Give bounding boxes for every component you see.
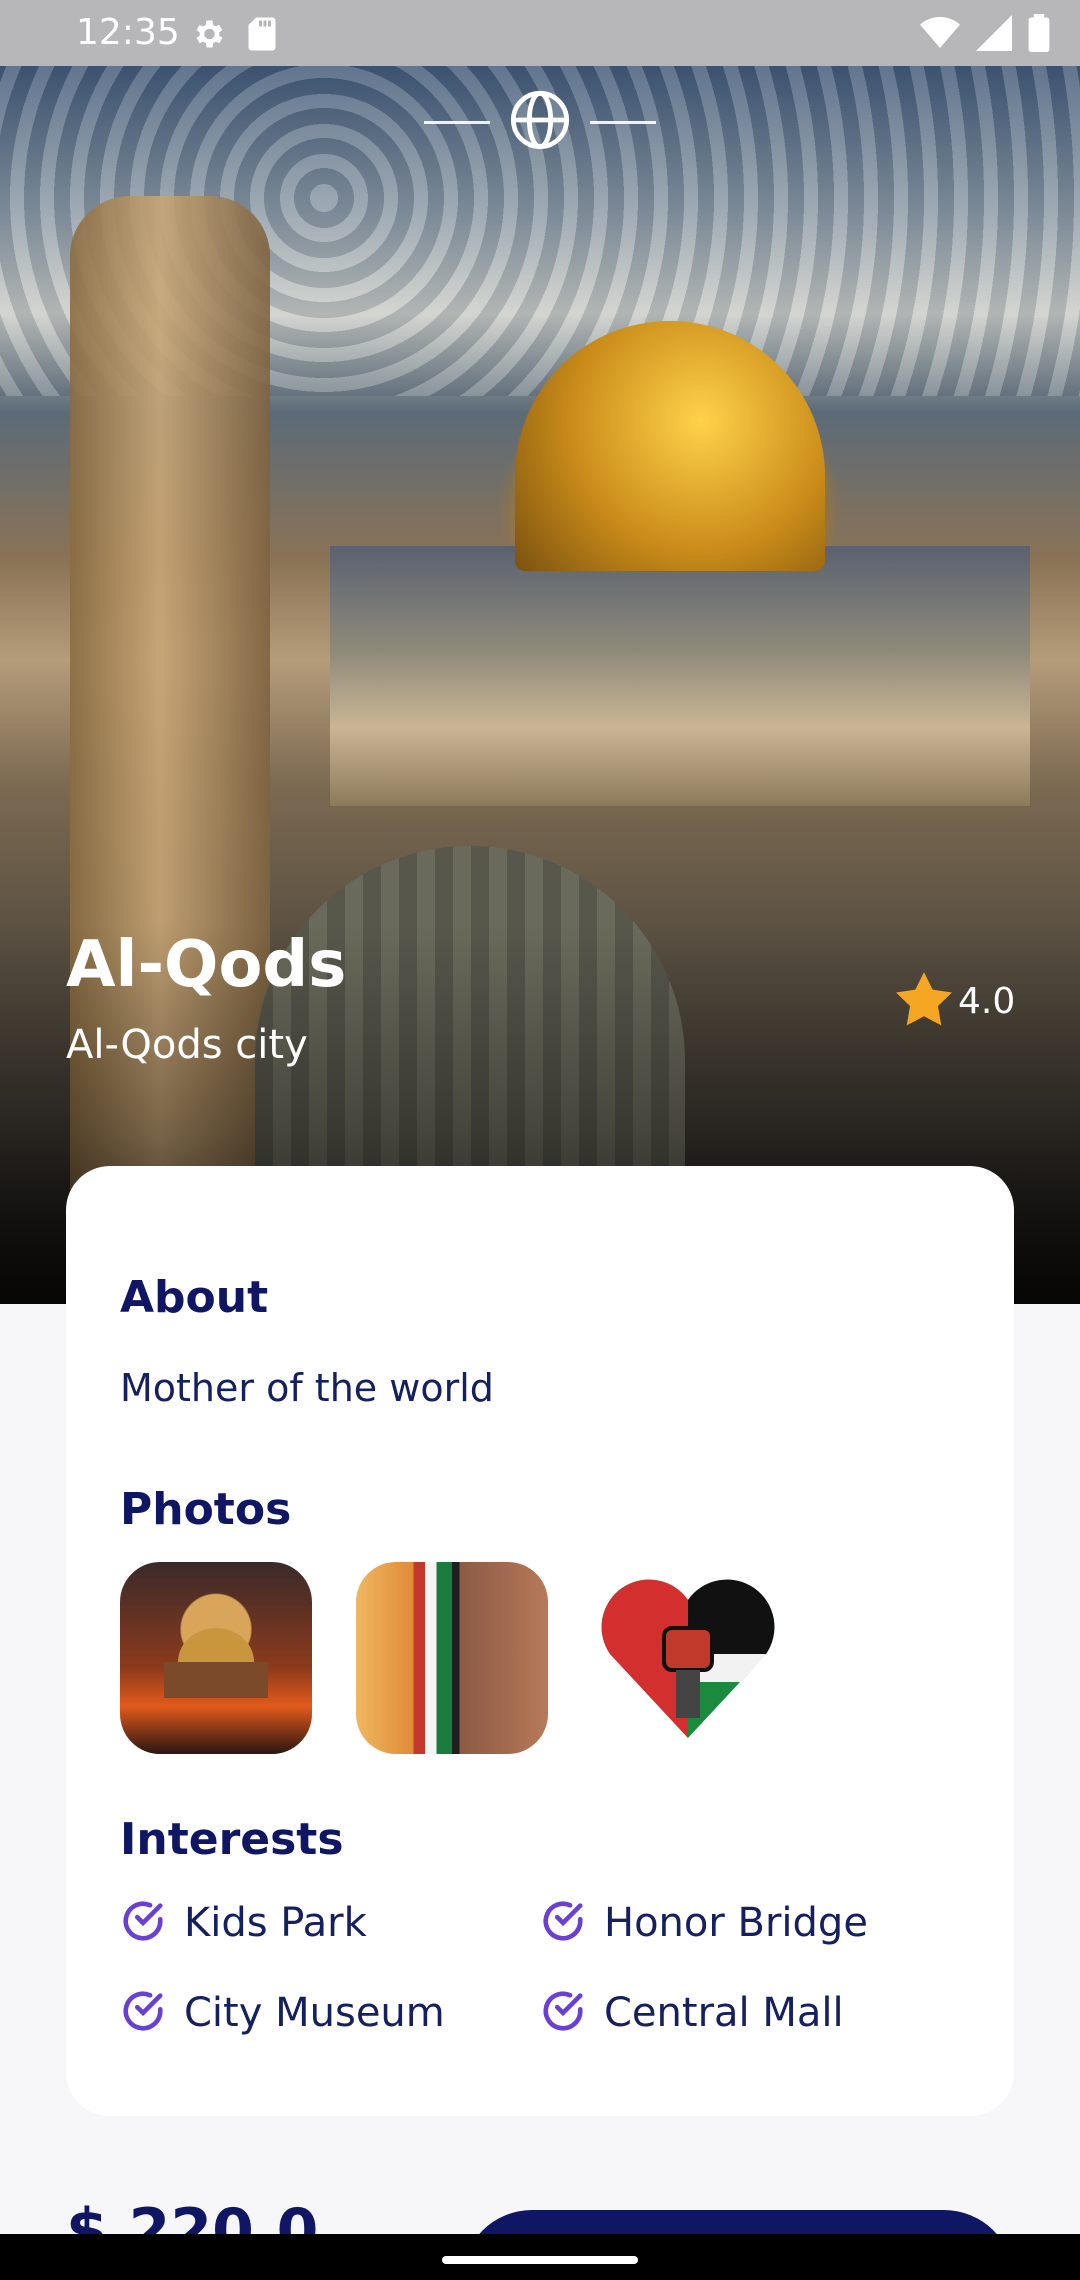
check-circle-icon bbox=[540, 1898, 586, 1948]
place-subtitle: Al-Qods city bbox=[66, 1022, 308, 1068]
home-gesture-handle[interactable] bbox=[442, 2256, 638, 2264]
interest-item: Kids Park bbox=[120, 1898, 540, 1948]
photos-title: Photos bbox=[120, 1484, 292, 1535]
check-circle-icon bbox=[120, 1988, 166, 2038]
photo-thumbnail[interactable] bbox=[356, 1562, 548, 1754]
interests-list: Kids Park Honor Bridge City Museum Centr… bbox=[120, 1898, 970, 2038]
check-circle-icon bbox=[540, 1988, 586, 2038]
about-title: About bbox=[120, 1272, 269, 1323]
star-icon bbox=[896, 972, 952, 1030]
photo-thumbnail[interactable] bbox=[120, 1562, 312, 1754]
photo-gallery bbox=[120, 1562, 784, 1754]
rating-value: 4.0 bbox=[958, 980, 1016, 1022]
globe-icon bbox=[508, 88, 572, 156]
about-text: Mother of the world bbox=[120, 1366, 494, 1410]
check-circle-icon bbox=[120, 1898, 166, 1948]
battery-icon bbox=[1028, 14, 1050, 56]
details-card: About Mother of the world Photos Interes… bbox=[66, 1166, 1014, 2116]
gear-icon bbox=[190, 16, 226, 56]
status-time: 12:35 bbox=[76, 12, 180, 53]
status-left-icons bbox=[190, 16, 278, 56]
rating: 4.0 bbox=[896, 972, 1015, 1030]
interest-label: City Museum bbox=[184, 1990, 445, 2036]
interests-title: Interests bbox=[120, 1814, 344, 1865]
app-logo bbox=[420, 82, 660, 162]
signal-icon bbox=[976, 15, 1012, 55]
interest-item: City Museum bbox=[120, 1988, 540, 2038]
hero-image bbox=[0, 66, 1080, 1304]
interest-label: Central Mall bbox=[604, 1990, 844, 2036]
interest-item: Honor Bridge bbox=[540, 1898, 960, 1948]
interest-label: Kids Park bbox=[184, 1900, 367, 1946]
place-title: Al-Qods bbox=[66, 928, 347, 1002]
sd-card-icon bbox=[246, 16, 278, 56]
interest-item: Central Mall bbox=[540, 1988, 960, 2038]
wifi-icon bbox=[920, 15, 960, 55]
status-bar: 12:35 bbox=[0, 0, 1080, 66]
photo-thumbnail[interactable] bbox=[592, 1562, 784, 1754]
status-right-icons bbox=[920, 14, 1050, 56]
interest-label: Honor Bridge bbox=[604, 1900, 868, 1946]
